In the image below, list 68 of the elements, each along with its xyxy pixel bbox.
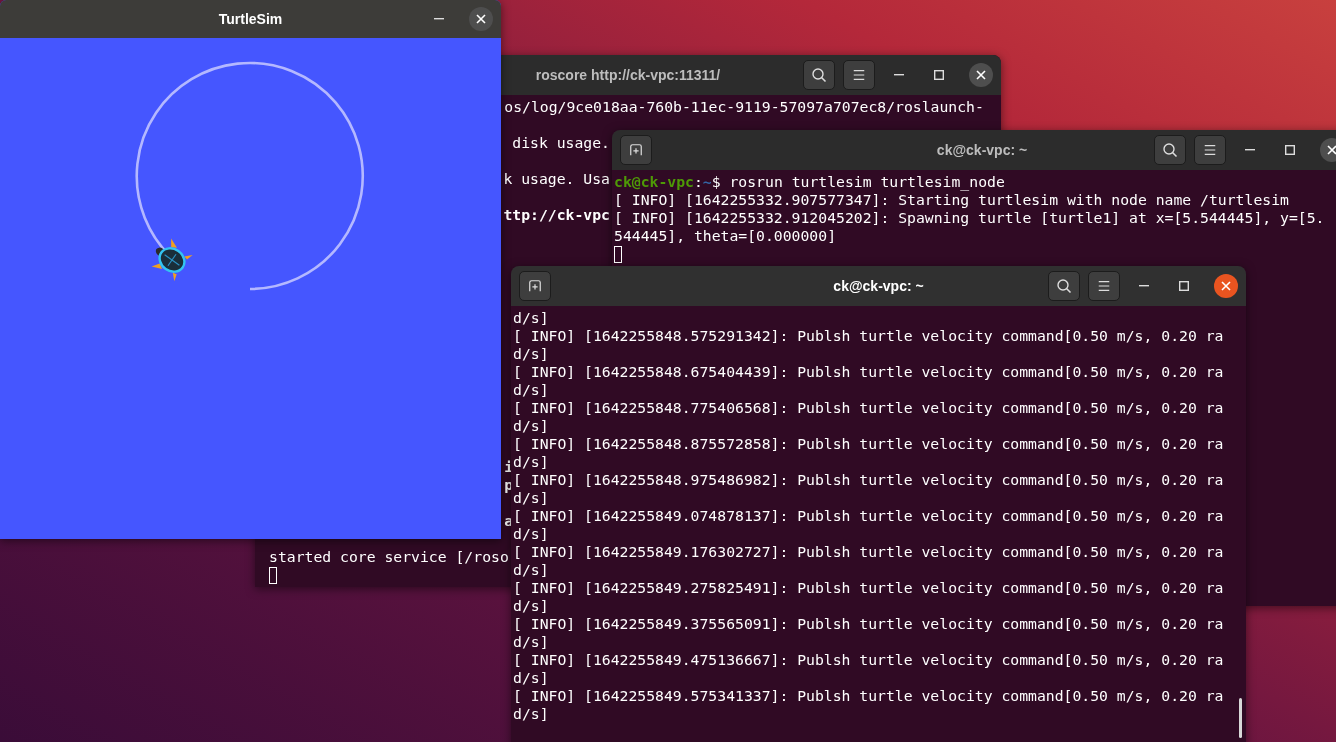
terminal-text: k usage. Usa xyxy=(503,170,610,188)
terminal-line: d/s] xyxy=(513,453,549,471)
maximize-icon xyxy=(1285,145,1295,155)
close-icon xyxy=(1221,281,1231,291)
command-line: ck@ck-vpc:~$ rosrun turtlesim turtlesim_node xyxy=(614,173,1005,191)
terminal-line: [ INFO] [1642255849.275825491]: Publsh turtle velocity command[0.50 m/s, 0.20 ra xyxy=(513,579,1224,597)
menu-icon xyxy=(852,68,866,82)
turtle-drawing xyxy=(151,238,193,282)
terminal-line: 544445], theta=[0.000000] xyxy=(614,227,836,245)
close-button[interactable] xyxy=(1214,274,1238,298)
terminal-line: [ INFO] [1642255848.775406568]: Publsh turtle velocity command[0.50 m/s, 0.20 ra xyxy=(513,399,1224,417)
search-icon xyxy=(1162,142,1178,158)
window-title: ck@ck-vpc: ~ xyxy=(833,278,924,294)
terminal-line: [ INFO] [1642255849.176302727]: Publsh turtle velocity command[0.50 m/s, 0.20 ra xyxy=(513,543,1224,561)
close-button[interactable] xyxy=(469,7,493,31)
minimize-icon xyxy=(1139,285,1149,287)
terminal-line: d/s] xyxy=(513,525,549,543)
close-icon xyxy=(1327,145,1336,155)
terminal-line: d/s] xyxy=(513,669,549,687)
terminal-line: [ INFO] [1642255848.675404439]: Publsh turtle velocity command[0.50 m/s, 0.20 ra xyxy=(513,363,1224,381)
terminal-line: d/s] xyxy=(513,417,549,435)
maximize-icon xyxy=(934,70,944,80)
window-title: roscore http://ck-vpc:11311/ xyxy=(535,67,721,83)
minimize-icon xyxy=(1245,149,1255,151)
scrollbar-thumb[interactable] xyxy=(1239,698,1242,738)
terminal-line: d/s] xyxy=(513,309,549,327)
menu-icon xyxy=(1097,279,1111,293)
terminal-text: started core service [/roso xyxy=(269,548,509,566)
new-tab-button[interactable] xyxy=(620,135,652,165)
terminal-line: [ INFO] [1642255332.912045202]: Spawning turtle [turtle1] at x=[5.544445], y=[5. xyxy=(614,209,1325,227)
new-tab-icon xyxy=(528,279,542,293)
minimize-icon xyxy=(894,74,904,76)
maximize-icon xyxy=(1179,281,1189,291)
search-button[interactable] xyxy=(803,60,835,90)
terminal-line: d/s] xyxy=(513,597,549,615)
search-button[interactable] xyxy=(1048,271,1080,301)
terminal-text: os/log/9ce018aa-760b-11ec-9119-57097a707ec8/roslaunch- xyxy=(504,98,984,116)
terminal-line: d/s] xyxy=(513,633,549,651)
menu-button[interactable] xyxy=(843,60,875,90)
terminal-line: [ INFO] [1642255848.975486982]: Publsh turtle velocity command[0.50 m/s, 0.20 ra xyxy=(513,471,1224,489)
terminal-line: [ INFO] [1642255848.875572858]: Publsh turtle velocity command[0.50 m/s, 0.20 ra xyxy=(513,435,1224,453)
menu-button[interactable] xyxy=(1088,271,1120,301)
terminal-line: d/s] xyxy=(513,561,549,579)
window-title: ck@ck-vpc: ~ xyxy=(936,142,1028,158)
terminal-line: d/s] xyxy=(513,705,549,723)
terminal-text: ttp://ck-vpc xyxy=(503,206,610,224)
terminal-line: [ INFO] [1642255849.575341337]: Publsh turtle velocity command[0.50 m/s, 0.20 ra xyxy=(513,687,1224,705)
close-icon xyxy=(976,70,986,80)
terminal-line: d/s] xyxy=(513,381,549,399)
close-icon xyxy=(476,14,486,24)
close-button[interactable] xyxy=(969,63,993,87)
terminal-line: [ INFO] [1642255849.074878137]: Publsh turtle velocity command[0.50 m/s, 0.20 ra xyxy=(513,507,1224,525)
menu-icon xyxy=(1203,143,1217,157)
terminal-line: [ INFO] [1642255332.907577347]: Starting turtlesim with node name /turtlesim xyxy=(614,191,1289,209)
terminal-line: d/s] xyxy=(513,345,549,363)
search-icon xyxy=(1056,278,1072,294)
minimize-icon xyxy=(434,18,444,20)
menu-button[interactable] xyxy=(1194,135,1226,165)
new-tab-icon xyxy=(629,143,643,157)
terminal-text: disk usage. xyxy=(512,134,610,152)
terminal-line: [ INFO] [1642255848.575291342]: Publsh turtle velocity command[0.50 m/s, 0.20 ra xyxy=(513,327,1224,345)
search-button[interactable] xyxy=(1154,135,1186,165)
search-icon xyxy=(811,67,827,83)
terminal-line: [ INFO] [1642255849.475136667]: Publsh turtle velocity command[0.50 m/s, 0.20 ra xyxy=(513,651,1224,669)
window-title: TurtleSim xyxy=(218,11,283,27)
terminal-line: d/s] xyxy=(513,489,549,507)
new-tab-button[interactable] xyxy=(519,271,551,301)
terminal-line: [ INFO] [1642255849.375565091]: Publsh turtle velocity command[0.50 m/s, 0.20 ra xyxy=(513,615,1224,633)
